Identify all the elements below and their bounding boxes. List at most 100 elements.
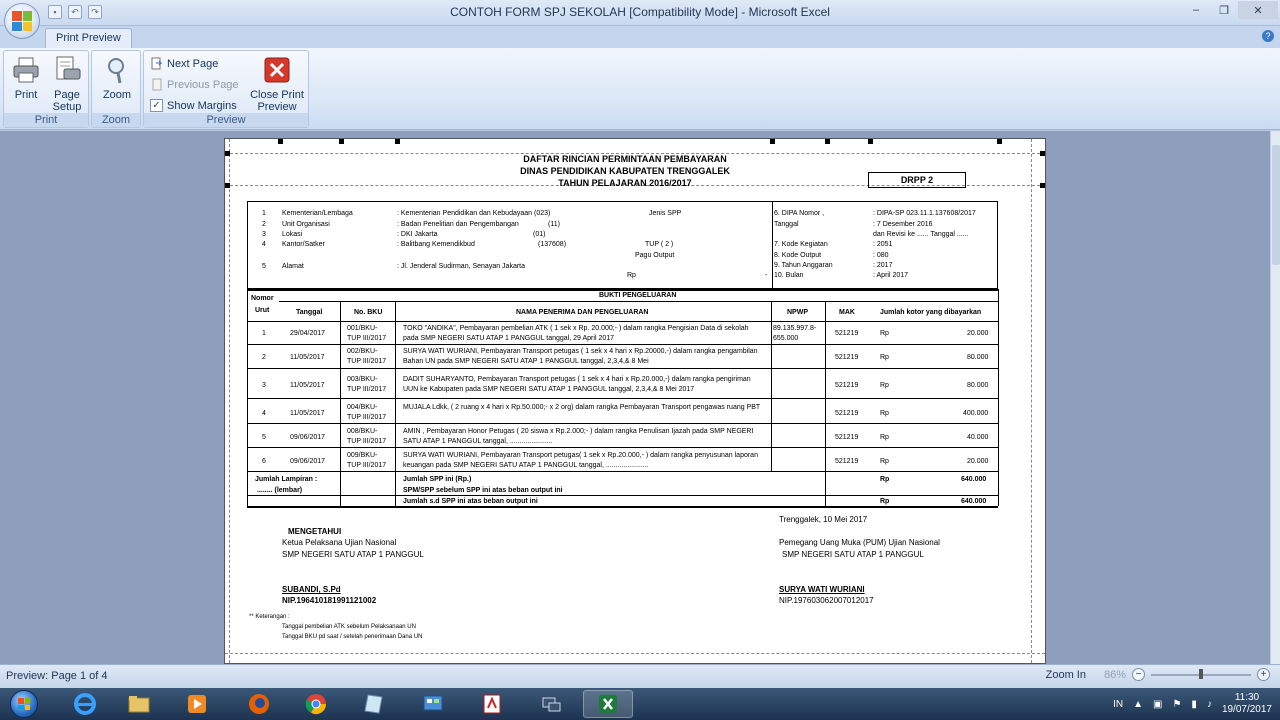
row-no: 4 xyxy=(262,410,266,417)
zoom-button[interactable]: Zoom xyxy=(98,55,136,101)
print-button[interactable]: Print xyxy=(8,55,44,101)
vertical-scrollbar[interactable] xyxy=(1270,131,1280,664)
margin-handle[interactable] xyxy=(225,151,230,156)
clock[interactable]: 11:30 19/07/2017 xyxy=(1222,692,1272,716)
row-description: TOKO "ANDIKA", Pembayaran pembelian ATK … xyxy=(403,325,749,342)
row-bku: 003/BKU- xyxy=(347,376,378,383)
excel-taskbar-button[interactable] xyxy=(583,690,633,718)
place-date: Trenggalek, 10 Mei 2017 xyxy=(779,515,868,524)
minimize-button[interactable]: – xyxy=(1182,1,1210,19)
chrome-taskbar-button[interactable] xyxy=(291,690,341,718)
language-indicator[interactable]: IN xyxy=(1113,699,1123,710)
office-button[interactable] xyxy=(4,3,40,39)
left-margin-guide[interactable] xyxy=(229,139,230,663)
row-rp: Rp xyxy=(880,382,889,389)
network-app-taskbar-button[interactable] xyxy=(526,690,576,718)
preview-group: Next Page Previous Page ✓ Show Margins C… xyxy=(143,50,309,128)
left-signer-nip: NIP.196410181991121002 xyxy=(282,596,377,605)
page-indicator: Preview: Page 1 of 4 xyxy=(6,670,108,682)
scrollbar-thumb[interactable] xyxy=(1272,145,1280,265)
info-right-value: : 080 xyxy=(873,252,889,259)
previous-page-button[interactable]: Previous Page xyxy=(150,78,239,91)
ie-taskbar-button[interactable] xyxy=(60,690,110,718)
start-button[interactable] xyxy=(4,688,44,720)
row-npwp: 89.135.997.8-655.000 xyxy=(773,325,817,342)
info-label: Unit Organisasi xyxy=(282,221,330,228)
row-rp: Rp xyxy=(880,330,889,337)
magnifier-icon xyxy=(102,55,132,85)
column-margin-handle[interactable] xyxy=(997,139,1002,144)
zoom-label: Zoom xyxy=(102,89,132,101)
explorer-taskbar-button[interactable] xyxy=(114,690,164,718)
row-mak: 521219 xyxy=(835,410,859,417)
help-icon[interactable]: ? xyxy=(1262,30,1274,42)
info-right-value: : DIPA-SP 023.11.1.137608/2017 xyxy=(873,210,976,217)
row-rule xyxy=(247,344,998,345)
header-no-bku: No. BKU xyxy=(354,309,383,316)
row-date: 09/06/2017 xyxy=(290,434,326,441)
row-date: 29/04/2017 xyxy=(290,330,326,337)
close-window-button[interactable]: ✕ xyxy=(1238,1,1278,19)
row-bku: 004/BKU- xyxy=(347,404,378,411)
row-rp: Rp xyxy=(880,410,889,417)
row-mak: 521219 xyxy=(835,382,859,389)
column-margin-handle[interactable] xyxy=(339,139,344,144)
signal-tray-icon[interactable]: ▮ xyxy=(1191,699,1197,710)
media-player-icon xyxy=(188,695,206,713)
info-right-label: 7. Kode Kegiatan xyxy=(774,241,828,248)
table-bottom-rule xyxy=(247,506,998,508)
internet-explorer-icon xyxy=(74,693,96,715)
info-value: : Kementerian Pendidikan dan Kebudayaan … xyxy=(397,210,551,217)
print-group: Print Page Setup Print xyxy=(3,50,89,128)
column-margin-handle[interactable] xyxy=(278,139,283,144)
page-setup-icon xyxy=(52,55,82,85)
restore-button[interactable]: ❐ xyxy=(1210,1,1238,19)
right-signer-school: SMP NEGERI SATU ATAP 1 PANGGUL xyxy=(782,550,924,559)
row-date: 09/06/2017 xyxy=(290,458,326,465)
control-panel-taskbar-button[interactable] xyxy=(408,690,458,718)
pdf-icon xyxy=(483,694,501,714)
info-extra: (137608) xyxy=(538,241,567,248)
zoom-out-button[interactable]: − xyxy=(1132,668,1145,681)
column-margin-handle[interactable] xyxy=(395,139,400,144)
spm-spp-label: SPM/SPP sebelum SPP ini atas beban outpu… xyxy=(403,487,563,494)
preview-page: DAFTAR RINCIAN PERMINTAAN PEMBAYARAN DIN… xyxy=(224,138,1046,664)
firefox-taskbar-button[interactable] xyxy=(234,690,284,718)
margin-handle[interactable] xyxy=(1040,151,1045,156)
media-player-taskbar-button[interactable] xyxy=(172,690,222,718)
ribbon: Print Page Setup Print Zoom Zoom Next Pa… xyxy=(0,48,1280,130)
header-tanggal: Tanggal xyxy=(296,309,323,316)
row-no: 3 xyxy=(262,382,266,389)
network-icon xyxy=(542,697,561,712)
network-tray-icon[interactable]: ▣ xyxy=(1153,699,1162,710)
zoom-in-label[interactable]: Zoom In xyxy=(1046,669,1086,681)
margin-handle[interactable] xyxy=(1040,183,1045,188)
notes-heading: ** Keterangan : xyxy=(249,614,290,620)
row-no: 6 xyxy=(262,458,266,465)
pdf-taskbar-button[interactable] xyxy=(467,690,517,718)
margin-handle[interactable] xyxy=(225,183,230,188)
column-margin-handle[interactable] xyxy=(868,139,873,144)
tray-overflow-icon[interactable]: ▲ xyxy=(1133,699,1143,710)
flag-tray-icon[interactable]: ⚑ xyxy=(1172,699,1181,710)
info-label: Lokasi xyxy=(282,231,303,238)
tab-print-preview[interactable]: Print Preview xyxy=(45,28,132,48)
next-page-button[interactable]: Next Page xyxy=(150,57,218,70)
office-logo-icon xyxy=(12,11,32,31)
bottom-margin-guide[interactable] xyxy=(225,653,1045,654)
zoom-slider[interactable] xyxy=(1151,668,1251,679)
right-margin-guide[interactable] xyxy=(1031,139,1032,663)
status-bar: Preview: Page 1 of 4 Zoom In 86% − + xyxy=(0,664,1280,688)
column-margin-handle[interactable] xyxy=(770,139,775,144)
zoom-in-button[interactable]: + xyxy=(1257,668,1270,681)
close-print-preview-button[interactable]: Close Print Preview xyxy=(248,55,306,113)
zoom-level: 86% xyxy=(1103,668,1126,681)
right-signer-role: Pemegang Uang Muka (PUM) Ujian Nasional xyxy=(779,538,940,547)
show-margins-checkbox[interactable]: ✓ Show Margins xyxy=(150,99,237,112)
info-right-value: : 2017 xyxy=(873,262,893,269)
app-taskbar-button[interactable] xyxy=(349,690,399,718)
volume-icon[interactable]: ♪ xyxy=(1207,699,1212,710)
column-margin-handle[interactable] xyxy=(825,139,830,144)
title-line-1: DAFTAR RINCIAN PERMINTAAN PEMBAYARAN xyxy=(523,154,727,164)
page-setup-button[interactable]: Page Setup xyxy=(48,55,86,113)
